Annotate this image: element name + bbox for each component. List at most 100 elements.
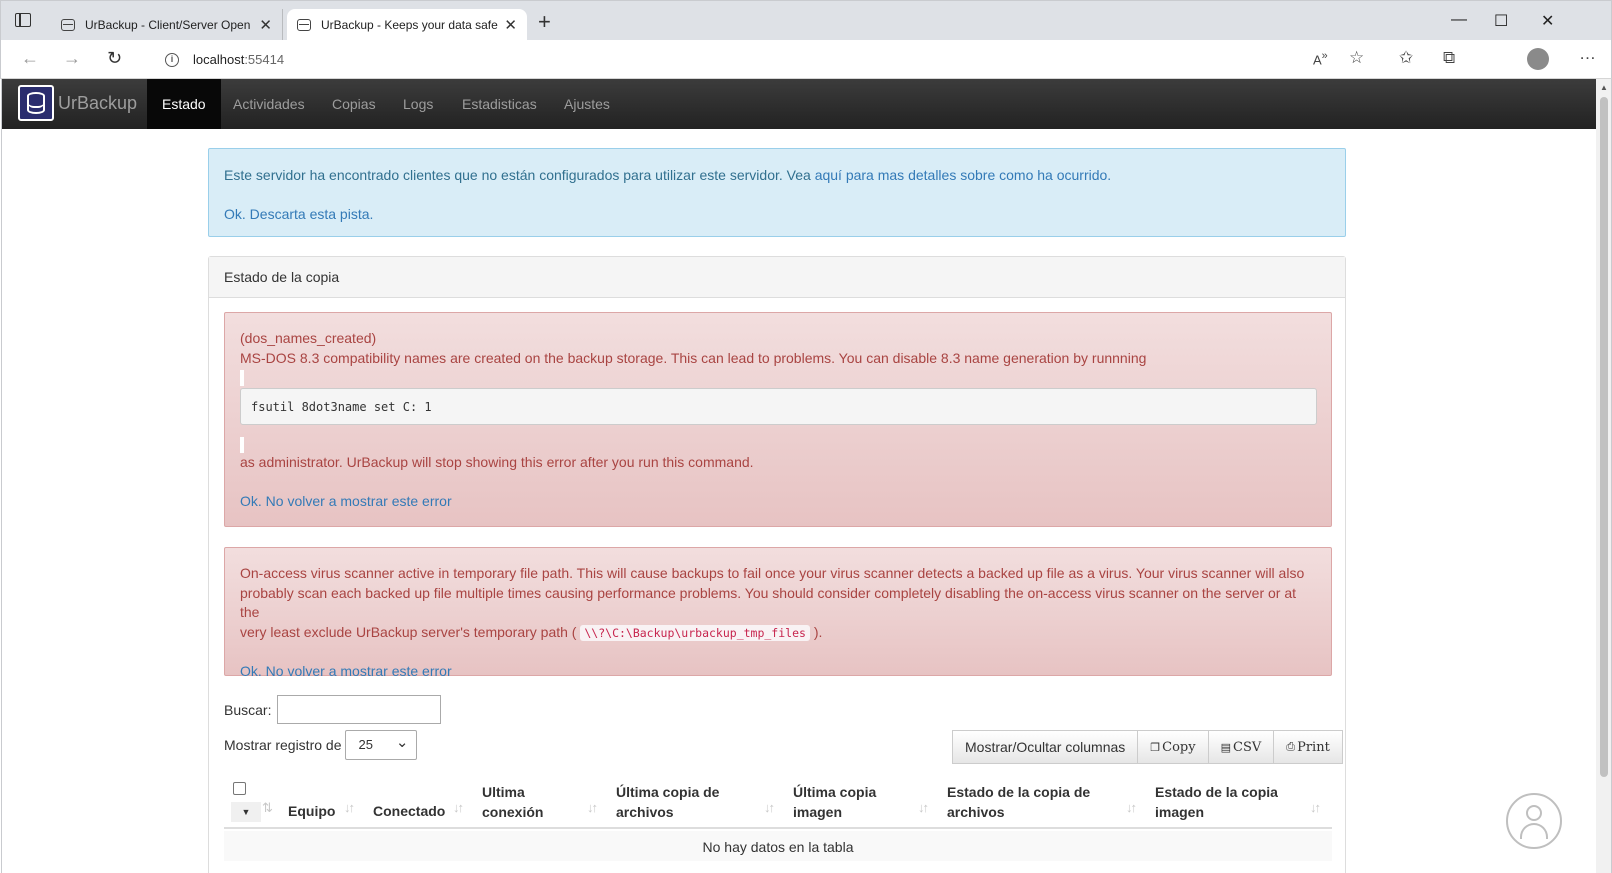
command-block: fsutil 8dot3name set C: 1 — [240, 388, 1317, 425]
nav-ajustes[interactable]: Ajustes — [549, 79, 625, 129]
site-info-icon[interactable]: i — [165, 52, 179, 67]
tab-title: UrBackup - Keeps your data safe — [321, 18, 498, 32]
favorites-icon[interactable]: ✩ — [1399, 48, 1413, 68]
dismiss-hint-link[interactable]: Ok. Descarta esta pista. — [224, 206, 373, 222]
expand-caret-icon[interactable]: ▼ — [231, 802, 261, 822]
tab-actions-icon[interactable] — [15, 13, 31, 27]
nav-estado[interactable]: Estado — [147, 79, 221, 129]
toggle-columns-label: Mostrar/Ocultar columnas — [965, 739, 1126, 755]
tab-close-icon[interactable]: ✕ — [504, 16, 517, 34]
nav-estadisticas[interactable]: Estadisticas — [447, 79, 552, 129]
info-alert: Este servidor ha encontrado clientes que… — [208, 148, 1346, 237]
print-button[interactable]: ⎙ Print — [1273, 730, 1343, 764]
browser-tab-2-active[interactable]: UrBackup - Keeps your data safe ✕ — [287, 9, 527, 41]
dismiss-error-link[interactable]: Ok. No volver a mostrar este error — [240, 493, 452, 509]
panel-heading: Estado de la copia — [209, 257, 1345, 298]
column-ultima-copia-archivos[interactable]: Última copia de archivos — [616, 783, 719, 822]
column-label: Estado de la copia de — [947, 784, 1091, 800]
column-conectado[interactable]: Conectado — [373, 802, 445, 822]
column-label: archivos — [947, 803, 1005, 820]
column-equipo[interactable]: Equipo — [288, 802, 335, 822]
urbackup-logo-icon — [18, 85, 54, 121]
minimize-button[interactable]: — — [1451, 11, 1467, 29]
sort-icon[interactable]: ↓↑ — [587, 800, 598, 815]
select-all-checkbox[interactable] — [233, 782, 246, 795]
address-bar: ← → ↻ i localhost:55414 A» ☆ ✩ ⧉ … — [0, 40, 1612, 79]
scroll-up-arrow-icon[interactable]: ▲ — [1600, 83, 1608, 92]
error-message: MS-DOS 8.3 compatibility names are creat… — [240, 349, 1147, 366]
dismiss-error-link[interactable]: Ok. No volver a mostrar este error — [240, 663, 452, 679]
url-field[interactable]: i localhost:55414 — [147, 45, 1367, 74]
more-menu-icon[interactable]: … — [1579, 44, 1596, 64]
empty-table-message: No hay datos en la tabla — [224, 831, 1332, 861]
read-aloud-icon[interactable]: A» — [1313, 50, 1328, 67]
url-host: localhost — [193, 52, 245, 67]
url-text: localhost:55414 — [193, 52, 284, 67]
sort-icon[interactable]: ↓↑ — [1126, 800, 1137, 815]
csv-label: CSV — [1233, 739, 1262, 755]
url-port: :55414 — [244, 52, 285, 67]
close-window-button[interactable]: ✕ — [1541, 11, 1554, 31]
sort-icon[interactable]: ↓↑ — [764, 800, 775, 815]
error-message-line: very least exclude UrBackup server's tem… — [240, 623, 581, 640]
clients-table-header: ▼ ⇅ Equipo ↓↑ Conectado ↓↑ Ultima conexió… — [224, 777, 1332, 829]
page-length-select[interactable]: 25 — [345, 730, 418, 760]
page-scrollbar[interactable]: ▲ — [1596, 79, 1612, 873]
column-label: conexión — [482, 803, 544, 820]
column-label: Última copia de — [616, 784, 720, 800]
sort-icon[interactable]: ↓↑ — [918, 800, 929, 815]
column-label: archivos — [616, 803, 674, 820]
brand[interactable]: UrBackup — [18, 85, 137, 121]
tab-favicon-icon — [297, 19, 311, 31]
top-navbar: UrBackup Estado Actividades Copias Logs … — [2, 79, 1596, 129]
column-estado-copia-archivos[interactable]: Estado de la copia de archivos — [947, 783, 1090, 822]
browser-tab-1[interactable]: UrBackup - Client/Server Open S ✕ — [51, 9, 283, 41]
maximize-button[interactable]: ☐ — [1494, 11, 1508, 31]
info-alert-link[interactable]: aquí para mas detalles sobre como ha ocu… — [815, 167, 1112, 183]
nav-actividades[interactable]: Actividades — [218, 79, 320, 129]
error-after-text: as administrator. UrBackup will stop sho… — [240, 454, 754, 470]
page-length-label: Mostrar registro de — [224, 737, 342, 753]
backup-status-panel: Estado de la copia (dos_names_created) M… — [208, 256, 1346, 873]
tab-close-icon[interactable]: ✕ — [259, 16, 272, 34]
toggle-columns-button[interactable]: Mostrar/Ocultar columnas — [952, 730, 1139, 764]
refresh-icon[interactable]: ↻ — [107, 48, 122, 69]
new-tab-button[interactable]: + — [538, 11, 551, 33]
forward-arrow-icon[interactable]: → — [63, 48, 81, 69]
csv-button[interactable]: ▤ CSV — [1207, 730, 1275, 764]
error-message-end: ). — [809, 623, 823, 640]
column-ultima-conexion[interactable]: Ultima conexión — [482, 783, 543, 822]
add-favorite-icon[interactable]: ☆ — [1349, 48, 1364, 68]
column-label: Ultima — [482, 784, 525, 800]
table-buttons: Mostrar/Ocultar columnas ❐ Copy ▤ CSV ⎙ Pri… — [952, 730, 1343, 764]
profile-avatar-icon[interactable] — [1527, 48, 1549, 70]
copy-button[interactable]: ❐ Copy — [1137, 730, 1209, 764]
page-viewport: UrBackup Estado Actividades Copias Logs … — [1, 79, 1596, 873]
browser-tab-bar: UrBackup - Client/Server Open S ✕ UrBack… — [0, 0, 1612, 41]
nav-logs[interactable]: Logs — [388, 79, 448, 129]
error-alert-dos-names: (dos_names_created) MS-DOS 8.3 compatibi… — [224, 312, 1332, 527]
page-length-row: Mostrar registro de 25 — [224, 730, 418, 760]
column-ultima-copia-imagen[interactable]: Última copia imagen — [793, 783, 876, 822]
print-label: Print — [1297, 739, 1330, 755]
sort-icon[interactable]: ↓↑ — [1310, 800, 1321, 815]
file-icon: ▤ — [1220, 741, 1232, 754]
info-alert-text: Este servidor ha encontrado clientes que… — [224, 167, 815, 183]
back-arrow-icon[interactable]: ← — [21, 48, 39, 69]
sort-icon[interactable]: ↓↑ — [344, 800, 355, 815]
copy-label: Copy — [1162, 739, 1196, 755]
sort-icon[interactable]: ⇅ — [262, 800, 273, 816]
nav-copias[interactable]: Copias — [317, 79, 391, 129]
error-alert-virus-scanner: On-access virus scanner active in tempor… — [224, 547, 1332, 679]
column-label: imagen — [1155, 803, 1205, 820]
scrollbar-thumb[interactable] — [1600, 97, 1608, 777]
error-code-name: (dos_names_created) — [240, 330, 377, 346]
watermark-logo — [1506, 793, 1562, 849]
collections-icon[interactable]: ⧉ — [1443, 48, 1455, 68]
search-input[interactable] — [277, 695, 442, 724]
temp-path-code: \\?\C:\Backup\urbackup_tmp_files — [580, 624, 810, 641]
column-estado-copia-imagen[interactable]: Estado de la copia imagen — [1155, 783, 1278, 822]
brand-name: UrBackup — [58, 92, 138, 113]
sort-icon[interactable]: ↓↑ — [453, 800, 464, 815]
main-container: Este servidor ha encontrado clientes que… — [208, 148, 1348, 873]
